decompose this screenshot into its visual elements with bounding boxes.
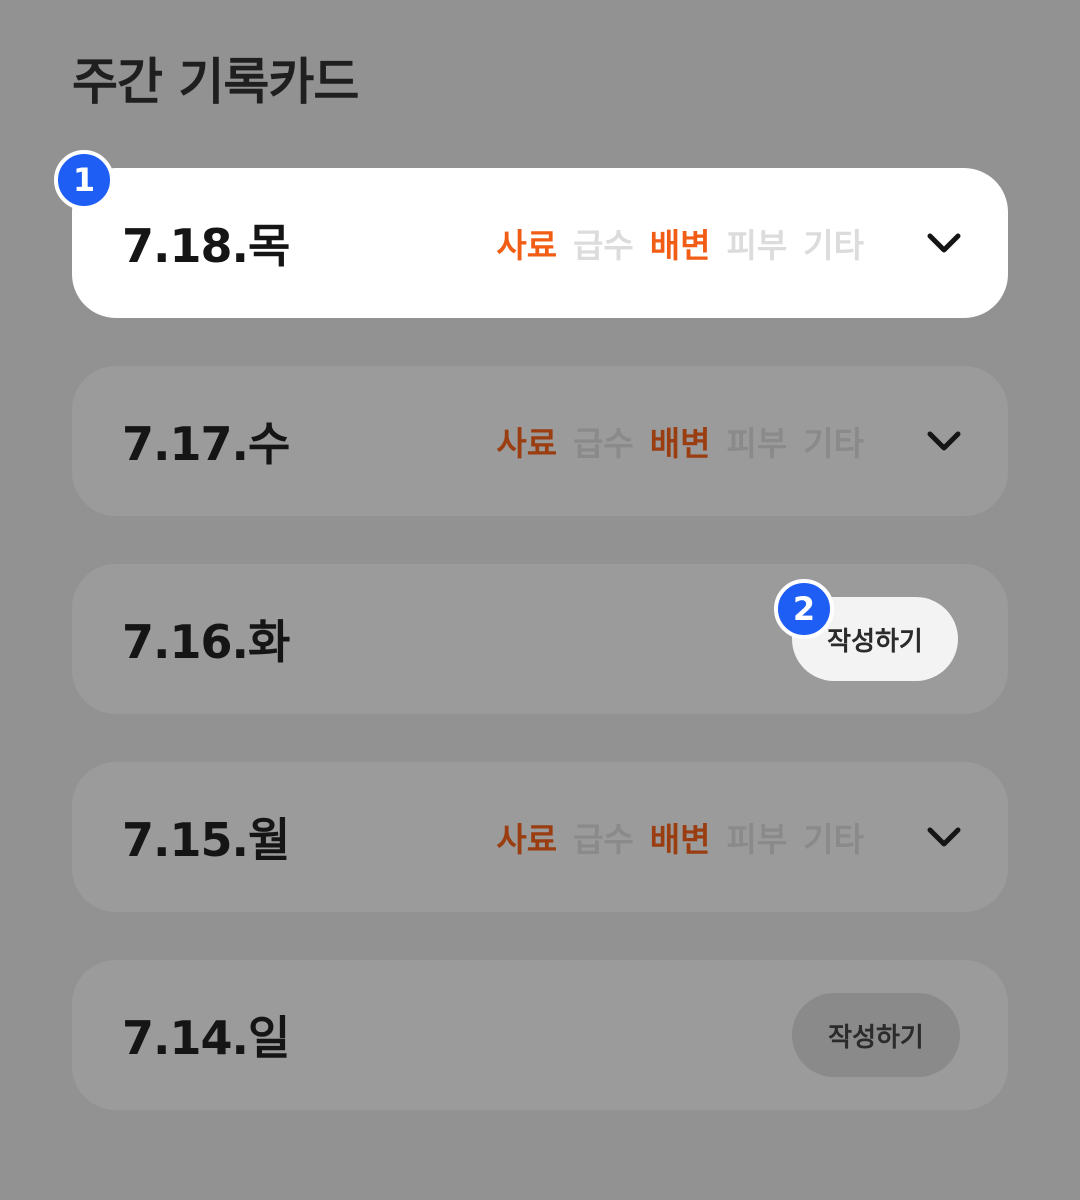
card-date: 7.18.목 [122, 219, 290, 273]
category-stool: 배변 [649, 226, 711, 265]
category-food: 사료 [496, 424, 558, 463]
category-skin: 피부 [726, 424, 788, 463]
category-etc: 기타 [803, 820, 864, 859]
category-status-list: 사료 급수 배변 피부 기타 [496, 417, 864, 465]
category-stool: 배변 [649, 424, 711, 463]
step-badge-icon: 1 [54, 150, 114, 210]
category-water: 급수 [573, 820, 634, 859]
category-status-list: 사료 급수 배변 피부 기타 [496, 813, 864, 861]
day-card-0717[interactable]: 7.17.수 사료 급수 배변 피부 기타 [72, 366, 1008, 516]
card-date: 7.15.월 [122, 813, 290, 867]
chevron-down-icon[interactable] [926, 825, 962, 849]
step-badge-icon: 2 [774, 579, 834, 639]
category-etc: 기타 [803, 424, 864, 463]
card-date: 7.17.수 [122, 417, 290, 471]
page-title: 주간 기록카드 [72, 53, 359, 111]
category-food: 사료 [496, 820, 558, 859]
card-date: 7.14.일 [122, 1011, 290, 1065]
day-card-0718[interactable]: 7.18.목 사료 급수 배변 피부 기타 [72, 168, 1008, 318]
category-status-list: 사료 급수 배변 피부 기타 [496, 219, 864, 267]
category-food: 사료 [496, 226, 558, 265]
category-water: 급수 [573, 226, 634, 265]
chevron-down-icon[interactable] [926, 429, 962, 453]
card-date: 7.16.화 [122, 615, 290, 669]
write-button[interactable]: 작성하기 [792, 993, 960, 1077]
day-card-0714: 7.14.일 작성하기 [72, 960, 1008, 1110]
category-skin: 피부 [726, 820, 788, 859]
category-water: 급수 [573, 424, 634, 463]
chevron-down-icon[interactable] [926, 231, 962, 255]
category-etc: 기타 [803, 226, 864, 265]
category-stool: 배변 [649, 820, 711, 859]
day-card-0715[interactable]: 7.15.월 사료 급수 배변 피부 기타 [72, 762, 1008, 912]
category-skin: 피부 [726, 226, 788, 265]
day-card-0716: 7.16.화 작성하기 [72, 564, 1008, 714]
